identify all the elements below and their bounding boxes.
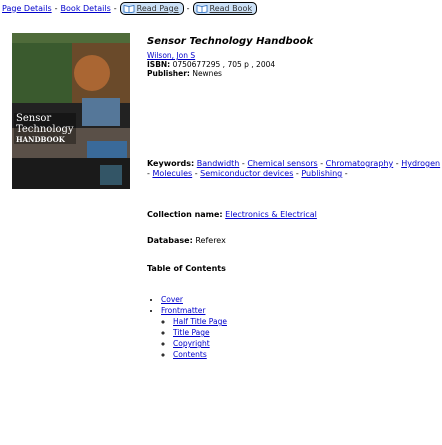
cover-title-line: Technology <box>14 124 76 135</box>
publisher-value: Newnes <box>192 69 222 78</box>
toc-link-contents[interactable]: Contents <box>173 350 207 359</box>
keywords: Keywords: Bandwidth - Chemical sensors -… <box>147 159 441 178</box>
publisher-line: Publisher: Newnes <box>147 69 437 78</box>
database-line: Database: Referex <box>147 236 226 245</box>
book-details-link[interactable]: Book Details <box>61 4 111 13</box>
keywords-label: Keywords: <box>147 159 195 168</box>
toc-list: Cover Frontmatter Half Title Page Title … <box>147 294 361 360</box>
book-info: Sensor Technology Handbook Wilson, Jon S… <box>147 36 437 78</box>
toc-item: Frontmatter Half Title Page Title Page C… <box>161 305 361 360</box>
read-page-button[interactable]: Read Page <box>119 1 184 15</box>
book-cover-image: Sensor Technology HANDBOOK <box>12 33 130 189</box>
isbn-label: ISBN: <box>147 60 171 69</box>
keyword-link[interactable]: Chromatography <box>326 159 394 168</box>
keyword-link[interactable]: Publishing <box>301 169 342 178</box>
publisher-label: Publisher: <box>147 69 190 78</box>
cover-title-line: HANDBOOK <box>14 135 76 144</box>
keyword-link[interactable]: Hydrogen <box>401 159 440 168</box>
isbn-line: ISBN: 0750677295 , 705 p , 2004 <box>147 60 437 69</box>
breadcrumb-separator: - <box>54 3 58 13</box>
toc-subitem: Half Title Page <box>173 316 361 327</box>
toc-link-copyright[interactable]: Copyright <box>173 339 210 348</box>
toc-link-frontmatter[interactable]: Frontmatter <box>161 306 205 315</box>
toc-link-title-page[interactable]: Title Page <box>173 328 210 337</box>
collection-line: Collection name: Electronics & Electrica… <box>147 210 317 219</box>
book-title: Sensor Technology Handbook <box>147 36 314 47</box>
cover-art <box>12 33 130 189</box>
open-book-icon <box>196 4 207 13</box>
toc-link-cover[interactable]: Cover <box>161 295 183 304</box>
toc-title: Table of Contents <box>147 264 226 273</box>
cover-title-line: Sensor <box>14 113 76 124</box>
collection-label: Collection name: <box>147 210 223 219</box>
breadcrumb: Page Details - Book Details - Read Page … <box>2 1 258 15</box>
author-link[interactable]: Wilson, Jon S <box>147 51 195 60</box>
read-book-button[interactable]: Read Book <box>192 1 258 15</box>
keyword-link[interactable]: Molecules <box>152 169 192 178</box>
cover-title: Sensor Technology HANDBOOK <box>14 113 76 144</box>
breadcrumb-separator: - <box>113 3 117 13</box>
toc-sublist: Half Title Page Title Page Copyright Con… <box>161 316 361 360</box>
read-page-label: Read Page <box>136 3 179 13</box>
keyword-link[interactable]: Semiconductor devices <box>200 169 293 178</box>
open-book-icon <box>123 4 135 13</box>
toc-subitem: Title Page <box>173 327 361 338</box>
table-of-contents: Table of Contents Cover Frontmatter Half… <box>147 264 227 359</box>
toc-subitem: Copyright <box>173 338 361 349</box>
keyword-link[interactable]: Chemical sensors <box>247 159 317 168</box>
toc-link-half-title-page[interactable]: Half Title Page <box>173 317 227 326</box>
toc-subitem: Contents <box>173 349 361 360</box>
isbn-value: 0750677295 , 705 p , 2004 <box>172 60 276 69</box>
collection-link[interactable]: Electronics & Electrical <box>225 210 317 219</box>
read-book-label: Read Book <box>209 3 253 13</box>
database-value: Referex <box>195 236 226 245</box>
breadcrumb-separator: - <box>186 3 190 13</box>
database-label: Database: <box>147 236 193 245</box>
toc-item: Cover <box>161 294 361 305</box>
page-details-link[interactable]: Page Details <box>2 4 52 13</box>
keyword-link[interactable]: Bandwidth <box>197 159 240 168</box>
